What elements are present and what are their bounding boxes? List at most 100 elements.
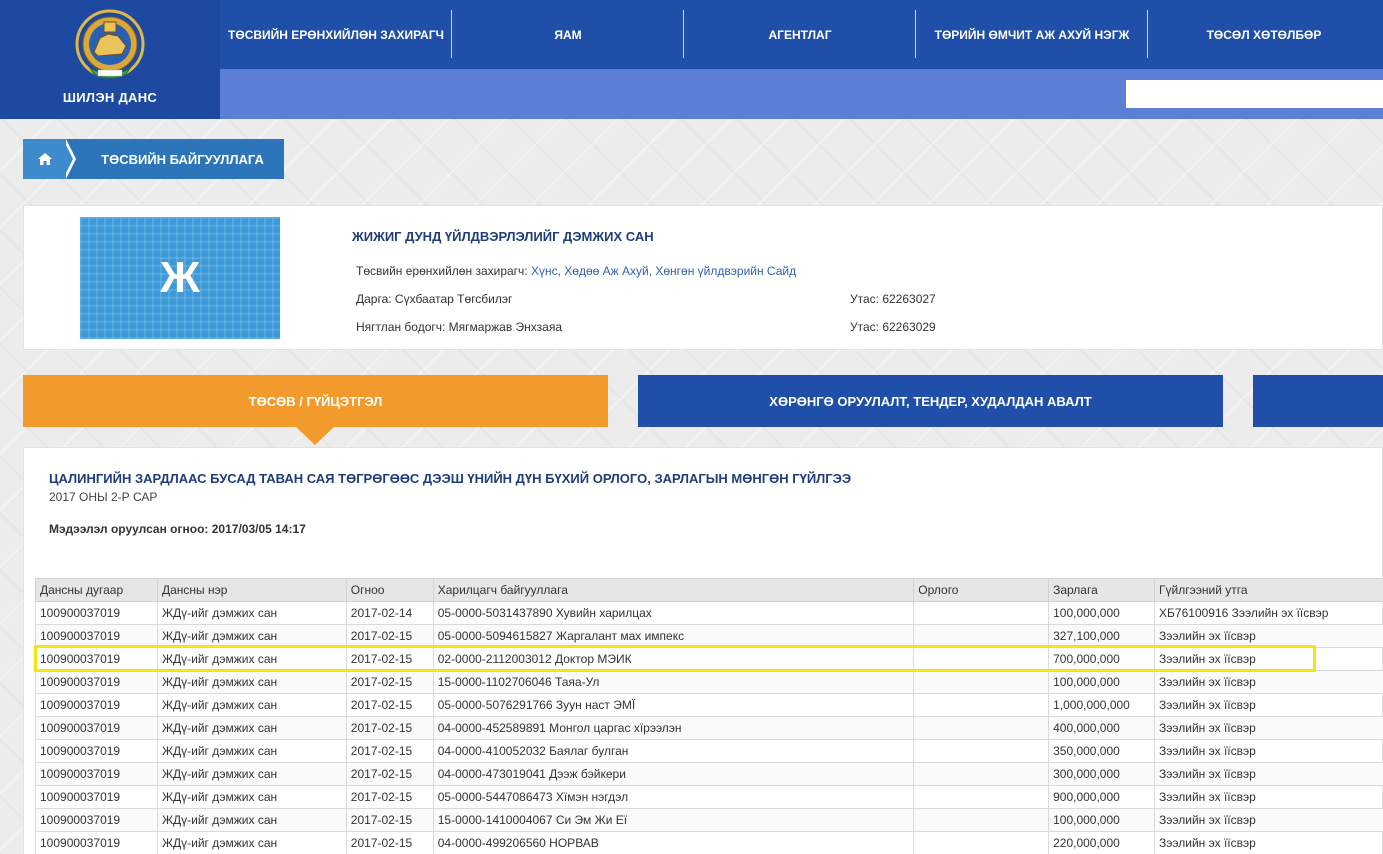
- cell-account-number: 100900037019: [35, 785, 158, 809]
- cell-counterparty: 04-0000-473019041 Дээж бэйкери: [432, 762, 915, 786]
- cell-expense: 300,000,000: [1048, 762, 1156, 786]
- tab-more[interactable]: [1253, 375, 1383, 427]
- tab-investment-tender-procurement[interactable]: ХӨРӨНГӨ ОРУУЛАЛТ, ТЕНДЕР, ХУДАЛДАН АВАЛТ: [638, 375, 1223, 427]
- cell-description: ХБ76100916 Зээлийн эх їїсвэр: [1154, 601, 1383, 625]
- column-counterparty[interactable]: Харилцагч байгууллага: [432, 578, 915, 602]
- breadcrumb-arrow: [63, 139, 73, 179]
- cell-account-number: 100900037019: [35, 670, 158, 694]
- organization-logo-letter: Ж: [160, 253, 200, 302]
- cell-description: Зээлийн эх їїсвэр: [1154, 693, 1383, 717]
- table-row[interactable]: 100900037019 ЖДү-ийг дэмжих сан 2017-02-15…: [35, 831, 1383, 854]
- cell-account-name: ЖДү-ийг дэмжих сан: [156, 739, 347, 763]
- cell-date: 2017-02-15: [345, 693, 434, 717]
- cell-income: [913, 762, 1050, 786]
- cell-income: [913, 693, 1050, 717]
- cell-expense: 100,000,000: [1048, 808, 1156, 832]
- column-account-number[interactable]: Дансны дугаар: [35, 578, 158, 602]
- report-period: 2017 ОНЫ 2-Р САР: [49, 490, 158, 504]
- tab-budget-performance[interactable]: ТӨСӨВ / ГҮЙЦЭТГЭЛ: [23, 375, 608, 445]
- cell-date: 2017-02-15: [345, 762, 434, 786]
- column-account-name[interactable]: Дансны нэр: [156, 578, 347, 602]
- column-date[interactable]: Огноо: [345, 578, 434, 602]
- report-title: ЦАЛИНГИЙН ЗАРДЛААС БУСАД ТАВАН САЯ ТӨГРӨ…: [49, 471, 852, 486]
- cell-expense: 1,000,000,000: [1048, 693, 1156, 717]
- organization-logo: Ж: [80, 217, 280, 339]
- cell-date: 2017-02-15: [345, 739, 434, 763]
- nav-budget-managers[interactable]: ТӨСВИЙН ЕРӨНХИЙЛӨН ЗАХИРАГЧ: [220, 0, 452, 69]
- breadcrumb-home[interactable]: [23, 139, 67, 179]
- table-row[interactable]: 100900037019 ЖДү-ийг дэмжих сан 2017-02-15…: [35, 762, 1383, 786]
- table-row[interactable]: 100900037019 ЖДү-ийг дэмжих сан 2017-02-15…: [35, 670, 1383, 694]
- cell-expense: 900,000,000: [1048, 785, 1156, 809]
- cell-date: 2017-02-15: [345, 670, 434, 694]
- organization-title: ЖИЖИГ ДУНД ҮЙЛДВЭРЛЭЛИЙГ ДЭМЖИХ САН: [352, 229, 654, 244]
- column-income[interactable]: Орлого: [913, 578, 1050, 602]
- cell-expense: 100,000,000: [1048, 670, 1156, 694]
- header-subbar: [220, 69, 1383, 119]
- cell-description: Зээлийн эх їїсвэр: [1154, 762, 1383, 786]
- nav-ministries[interactable]: ЯАМ: [452, 0, 684, 69]
- cell-counterparty: 02-0000-2112003012 Доктор МЭИК: [432, 647, 915, 671]
- cell-income: [913, 624, 1050, 648]
- transactions-table: Дансны дугаар Дансны нэр Огноо Харилцагч…: [35, 578, 1383, 854]
- table-header-row: Дансны дугаар Дансны нэр Огноо Харилцагч…: [35, 578, 1383, 602]
- cell-date: 2017-02-15: [345, 785, 434, 809]
- cell-income: [913, 808, 1050, 832]
- budget-manager-label: Төсвийн ерөнхийлөн захирагч:: [356, 264, 531, 278]
- director-phone: Утас: 62263027: [850, 292, 936, 306]
- cell-description: Зээлийн эх їїсвэр: [1154, 785, 1383, 809]
- budget-manager-link[interactable]: Хүнс, Хөдөө Аж Ахуй, Хөнгөн үйлдвэрийн С…: [531, 264, 796, 278]
- cell-counterparty: 05-0000-5031437890 Хувийн харилцах: [432, 601, 915, 625]
- cell-description: Зээлийн эх їїсвэр: [1154, 670, 1383, 694]
- site-title: ШИЛЭН ДАНС: [62, 90, 158, 105]
- nav-projects-programs[interactable]: ТӨСӨЛ ХӨТӨЛБӨР: [1148, 0, 1380, 69]
- table-row[interactable]: 100900037019 ЖДү-ийг дэмжих сан 2017-02-15…: [35, 647, 1383, 671]
- cell-expense: 350,000,000: [1048, 739, 1156, 763]
- cell-expense: 100,000,000: [1048, 601, 1156, 625]
- cell-account-number: 100900037019: [35, 762, 158, 786]
- report-entered-date: Мэдээлэл оруулсан огноо: 2017/03/05 14:1…: [49, 522, 306, 536]
- breadcrumb: ТӨСВИЙН БАЙГУУЛЛАГА: [23, 139, 284, 179]
- nav-state-owned-enterprises[interactable]: ТӨРИЙН ӨМЧИТ АЖ АХУЙ НЭГЖ: [916, 0, 1148, 69]
- site-logo[interactable]: ШИЛЭН ДАНС: [0, 0, 220, 119]
- cell-account-name: ЖДү-ийг дэмжих сан: [156, 762, 347, 786]
- table-row[interactable]: 100900037019 ЖДү-ийг дэмжих сан 2017-02-15…: [35, 716, 1383, 740]
- cell-account-name: ЖДү-ийг дэмжих сан: [156, 808, 347, 832]
- cell-date: 2017-02-15: [345, 831, 434, 854]
- cell-account-number: 100900037019: [35, 808, 158, 832]
- cell-counterparty: 15-0000-1410004067 Си Эм Жи Еї: [432, 808, 915, 832]
- cell-counterparty: 04-0000-499206560 НОРВАВ: [432, 831, 915, 854]
- cell-description: Зээлийн эх їїсвэр: [1154, 808, 1383, 832]
- cell-account-number: 100900037019: [35, 831, 158, 854]
- table-row[interactable]: 100900037019 ЖДү-ийг дэмжих сан 2017-02-15…: [35, 785, 1383, 809]
- cell-account-name: ЖДү-ийг дэмжих сан: [156, 716, 347, 740]
- accountant-phone: Утас: 62263029: [850, 320, 936, 334]
- table-row[interactable]: 100900037019 ЖДү-ийг дэмжих сан 2017-02-15…: [35, 624, 1383, 648]
- transactions-body: 100900037019 ЖДү-ийг дэмжих сан 2017-02-14…: [35, 601, 1383, 854]
- column-expense[interactable]: Зарлага: [1048, 578, 1156, 602]
- table-row[interactable]: 100900037019 ЖДү-ийг дэмжих сан 2017-02-14…: [35, 601, 1383, 625]
- cell-income: [913, 831, 1050, 854]
- table-row[interactable]: 100900037019 ЖДү-ийг дэмжих сан 2017-02-15…: [35, 739, 1383, 763]
- cell-account-number: 100900037019: [35, 716, 158, 740]
- search-input[interactable]: [1126, 80, 1383, 108]
- cell-account-number: 100900037019: [35, 624, 158, 648]
- cell-date: 2017-02-14: [345, 601, 434, 625]
- breadcrumb-current[interactable]: ТӨСВИЙН БАЙГУУЛЛАГА: [67, 139, 284, 179]
- cell-date: 2017-02-15: [345, 808, 434, 832]
- main-nav: ТӨСВИЙН ЕРӨНХИЙЛӨН ЗАХИРАГЧ ЯАМ АГЕНТЛАГ…: [220, 0, 1383, 69]
- cell-account-name: ЖДү-ийг дэмжих сан: [156, 831, 347, 854]
- table-row[interactable]: 100900037019 ЖДү-ийг дэмжих сан 2017-02-15…: [35, 693, 1383, 717]
- cell-date: 2017-02-15: [345, 624, 434, 648]
- cell-income: [913, 785, 1050, 809]
- cell-account-name: ЖДү-ийг дэмжих сан: [156, 693, 347, 717]
- nav-agencies[interactable]: АГЕНТЛАГ: [684, 0, 916, 69]
- cell-expense: 327,100,000: [1048, 624, 1156, 648]
- cell-account-number: 100900037019: [35, 693, 158, 717]
- cell-account-name: ЖДү-ийг дэмжих сан: [156, 624, 347, 648]
- cell-counterparty: 05-0000-5094615827 Жаргалант мах импекс: [432, 624, 915, 648]
- table-row[interactable]: 100900037019 ЖДү-ийг дэмжих сан 2017-02-15…: [35, 808, 1383, 832]
- director-info: Дарга: Сүхбаатар Төгсбилэг: [356, 292, 513, 306]
- cell-expense: 220,000,000: [1048, 831, 1156, 854]
- column-description[interactable]: Гүйлгээний утга: [1154, 578, 1383, 602]
